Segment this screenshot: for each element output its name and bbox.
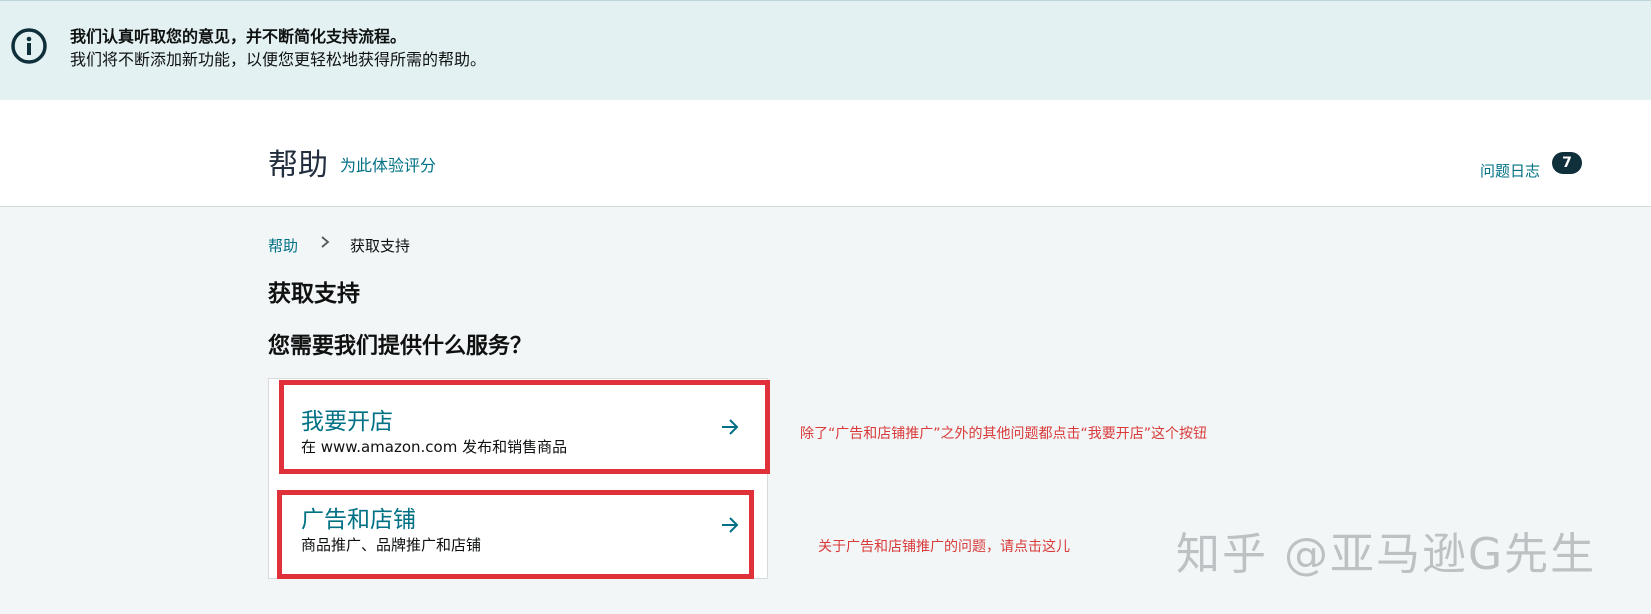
banner-headline: 我们认真听取您的意见，并不断简化支持流程。 <box>70 27 407 46</box>
annotation-note-open-store: 除了“广告和店铺推广”之外的其他问题都点击“我要开店”这个按钮 <box>800 426 1208 442</box>
issue-count-badge[interactable]: 7 <box>1552 152 1582 174</box>
page-title: 帮助 <box>268 148 328 183</box>
issue-log-link[interactable]: 问题日志 <box>1480 160 1540 181</box>
breadcrumb-help-link[interactable]: 帮助 <box>268 235 298 256</box>
banner-message: 我们将不断添加新功能，以便您更轻松地获得所需的帮助。 <box>70 50 487 69</box>
annotation-note-ads: 关于广告和店铺推广的问题，请点击这儿 <box>818 539 1070 555</box>
annotation-highlight-box <box>277 490 754 579</box>
watermark: 知乎 @亚马逊G先生 <box>1176 529 1597 580</box>
chevron-right-icon <box>321 236 330 248</box>
info-banner: 我们认真听取您的意见，并不断简化支持流程。 我们将不断添加新功能，以便您更轻松地… <box>0 0 1651 101</box>
section-heading: 获取支持 <box>268 281 360 307</box>
rate-experience-link[interactable]: 为此体验评分 <box>340 152 436 176</box>
service-question: 您需要我们提供什么服务？ <box>268 334 533 359</box>
breadcrumb-current: 获取支持 <box>350 237 411 255</box>
help-header: 帮助 为此体验评分 问题日志 7 <box>0 100 1651 207</box>
info-icon <box>11 28 47 64</box>
annotation-highlight-box <box>279 380 770 474</box>
